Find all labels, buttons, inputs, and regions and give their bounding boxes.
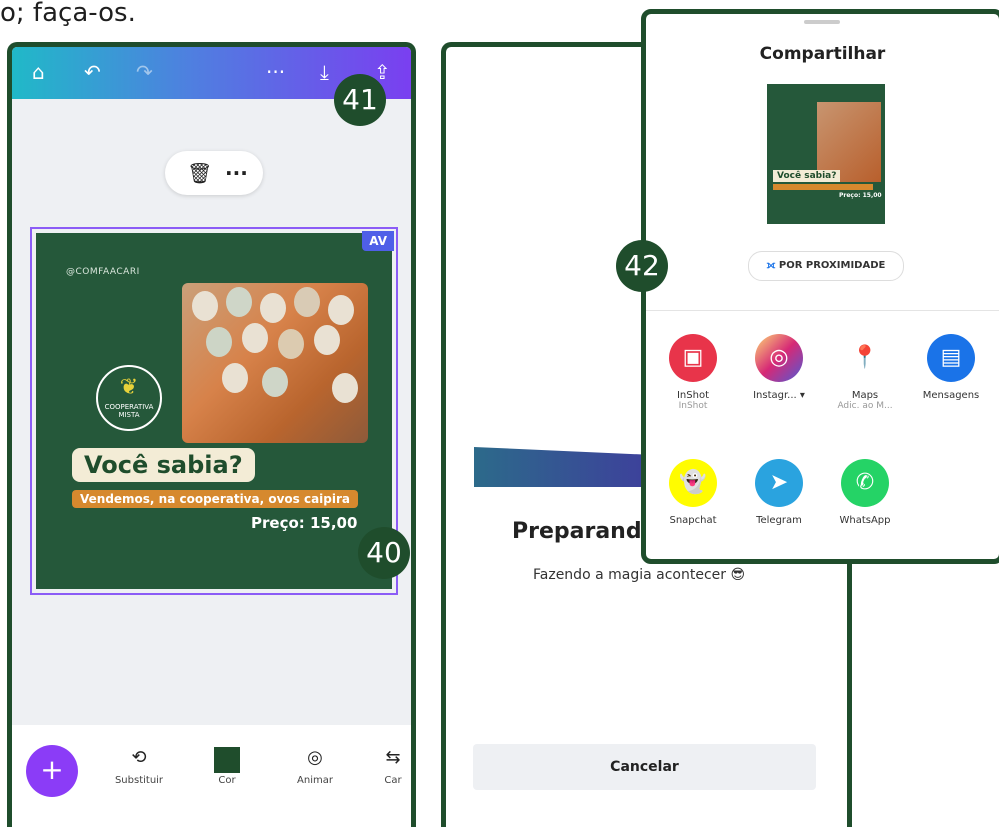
color-swatch xyxy=(214,747,240,773)
app-label: Snapchat xyxy=(669,515,717,526)
design-subtitle: Vendemos, na cooperativa, ovos caipira xyxy=(72,490,359,508)
undo-icon[interactable]: ↶ xyxy=(84,60,101,84)
snapchat-icon: 👻 xyxy=(669,459,717,507)
telegram-icon: ➤ xyxy=(755,459,803,507)
replace-icon: ⟲ xyxy=(131,747,147,768)
layers-tool[interactable]: ⇆ Car xyxy=(358,747,411,786)
design-thumbnail: Você sabia? Preço: 15,00 xyxy=(767,84,885,224)
app-label: Maps xyxy=(851,390,879,401)
element-toolbar: 🗑 ··· xyxy=(165,151,263,195)
page-caption: o; faça-os. xyxy=(0,0,136,28)
delete-icon[interactable]: 🗑 xyxy=(187,161,212,185)
nearby-icon: ⟗ xyxy=(766,260,779,271)
design-title: Você sabia? xyxy=(72,448,255,482)
share-title: Compartilhar xyxy=(759,44,886,64)
animate-icon: ◎ xyxy=(307,747,323,768)
home-icon[interactable]: ⌂ xyxy=(32,60,45,84)
editor-bottom-toolbar: + ⟲ Substituir Cor ◎ Animar ⇆ Car xyxy=(12,725,411,827)
design-selection[interactable]: AV @COMFAACARI ❦ COOPERATIVA MISTA Você … xyxy=(30,227,398,595)
app-instagram[interactable]: ◎ Instagr... ▾ xyxy=(736,334,822,401)
redo-icon[interactable]: ↷ xyxy=(136,60,153,84)
animate-label: Animar xyxy=(297,775,333,786)
app-maps[interactable]: 📍 Maps Adic. ao M... xyxy=(822,334,908,411)
logo-text: COOPERATIVA MISTA xyxy=(104,403,154,419)
color-label: Cor xyxy=(218,775,236,786)
canva-editor-screen: ⌂ ↶ ↷ ··· ⤓ ⇪ 🗑 ··· AV @COMFAACARI ❦ COO… xyxy=(7,42,416,827)
eggs-photo xyxy=(182,283,368,443)
instagram-icon: ◎ xyxy=(755,334,803,382)
add-element-button[interactable]: + xyxy=(26,745,78,797)
collaborator-badge: AV xyxy=(362,231,394,251)
layers-icon: ⇆ xyxy=(385,747,401,768)
more-options-button[interactable]: ··· xyxy=(225,161,248,185)
step-badge-42: 42 xyxy=(616,240,668,292)
step-badge-41: 41 xyxy=(334,74,386,126)
app-inshot[interactable]: ▣ InShot InShot xyxy=(650,334,736,411)
app-snapchat[interactable]: 👻 Snapchat xyxy=(650,459,736,526)
thumbnail-title: Você sabia? xyxy=(773,170,841,182)
replace-tool[interactable]: ⟲ Substituir xyxy=(104,747,174,786)
inshot-icon: ▣ xyxy=(669,334,717,382)
cooperative-logo: ❦ COOPERATIVA MISTA xyxy=(96,365,162,431)
more-icon[interactable]: ··· xyxy=(266,60,285,84)
preparing-title: Preparando xyxy=(512,519,657,544)
app-telegram[interactable]: ➤ Telegram xyxy=(736,459,822,526)
nearby-label: POR PROXIMIDADE xyxy=(778,260,886,271)
dropdown-caret-icon[interactable]: ▾ xyxy=(800,390,805,401)
design-canvas[interactable]: AV @COMFAACARI ❦ COOPERATIVA MISTA Você … xyxy=(36,231,394,589)
step-badge-40: 40 xyxy=(358,527,410,579)
cancel-button[interactable]: Cancelar xyxy=(473,744,816,790)
design-price: Preço: 15,00 xyxy=(251,514,358,532)
app-label: InShot xyxy=(676,390,709,401)
nearby-share-button[interactable]: ⟗ POR PROXIMIDADE xyxy=(748,251,904,281)
share-sheet: Compartilhar Você sabia? Preço: 15,00 ⟗ … xyxy=(641,9,999,564)
app-label: Telegram xyxy=(756,515,802,526)
divider xyxy=(646,310,999,311)
drag-handle[interactable] xyxy=(804,20,840,24)
animate-tool[interactable]: ◎ Animar xyxy=(280,747,350,786)
thumbnail-subtitle-bar xyxy=(773,184,873,190)
app-sublabel: Adic. ao M... xyxy=(837,401,893,411)
download-icon[interactable]: ⤓ xyxy=(320,60,329,84)
app-whatsapp[interactable]: ✆ WhatsApp xyxy=(822,459,908,526)
app-label: Instagr... xyxy=(753,390,797,401)
app-label: WhatsApp xyxy=(839,515,891,526)
app-sublabel: InShot xyxy=(678,401,708,411)
corn-logo-icon: ❦ xyxy=(119,375,139,400)
app-messages[interactable]: ▤ Mensagens xyxy=(908,334,994,401)
maps-icon: 📍 xyxy=(841,334,889,382)
color-tool[interactable]: Cor xyxy=(192,747,262,786)
thumbnail-price: Preço: 15,00 xyxy=(839,192,882,199)
whatsapp-icon: ✆ xyxy=(841,459,889,507)
preparing-subtitle: Fazendo a magia acontecer 😎 xyxy=(533,567,746,583)
social-handle: @COMFAACARI xyxy=(66,267,140,277)
messages-icon: ▤ xyxy=(927,334,975,382)
app-label: Mensagens xyxy=(922,390,980,401)
replace-label: Substituir xyxy=(114,775,164,786)
layers-label: Car xyxy=(384,775,402,786)
